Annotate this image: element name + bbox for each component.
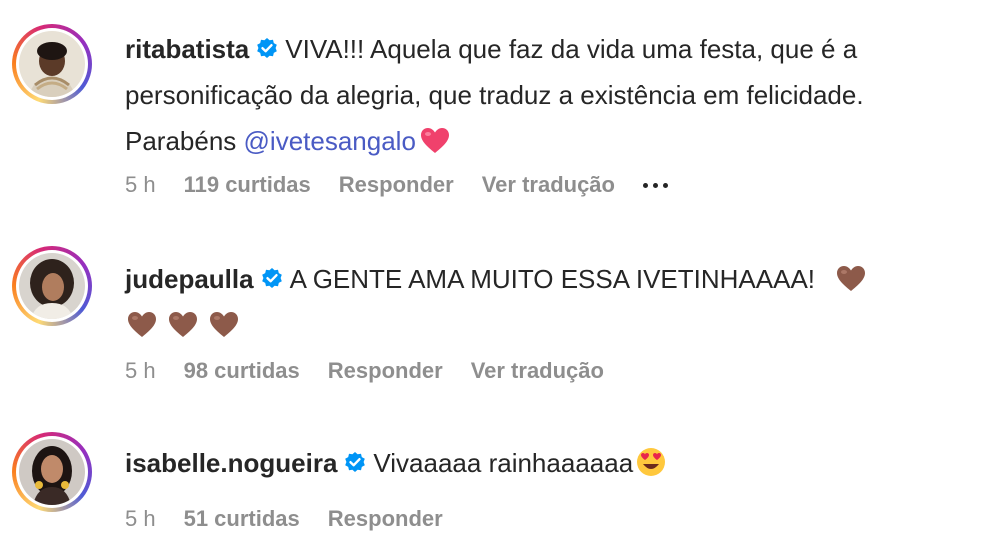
username[interactable]: ritabatista [125,34,249,64]
comment-text: judepaulla A GENTE AMA MUITO ESSA IVETINH… [125,256,975,348]
avatar[interactable] [12,246,92,326]
heart-emoji-icon [420,128,449,153]
timestamp: 5 h [125,358,156,383]
reply-button[interactable]: Responder [339,172,454,198]
comment-item: ritabatista VIVA!!! Aquela que faz da vid… [0,0,984,220]
translate-button[interactable]: Ver tradução [482,172,615,198]
verified-badge-icon [257,38,278,58]
brown-heart-icon [169,312,198,337]
likes-count[interactable]: 119 curtidas [184,172,311,198]
mention-link[interactable]: @ivetesangalo [244,126,416,156]
reply-button[interactable]: Responder [328,506,443,532]
comment-body: Vivaaaaa rainhaaaaaa [373,448,634,478]
verified-badge-icon [345,452,366,472]
comment-text: ritabatista VIVA!!! Aquela que faz da vid… [125,26,975,164]
timestamp: 5 h [125,172,156,197]
username[interactable]: isabelle.nogueira [125,448,337,478]
comment-item: isabelle.nogueira Vivaaaaa rainhaaaaaa 5 … [0,410,984,544]
comment-item: judepaulla A GENTE AMA MUITO ESSA IVETINH… [0,220,984,410]
comment-meta: 5 h 51 curtidas Responder [125,506,471,532]
brown-heart-icon [837,266,866,291]
comment-text: isabelle.nogueira Vivaaaaa rainhaaaaaa [125,440,975,486]
timestamp: 5 h [125,506,156,531]
likes-count[interactable]: 51 curtidas [184,506,300,532]
username[interactable]: judepaulla [125,264,254,294]
heart-eyes-face-icon [637,448,666,476]
comment-body: A GENTE AMA MUITO ESSA IVETINHAAAA! [289,264,816,294]
translate-button[interactable]: Ver tradução [471,358,604,384]
comment-meta: 5 h 119 curtidas Responder Ver tradução [125,172,696,198]
more-options-icon[interactable] [642,182,668,188]
avatar[interactable] [12,432,92,512]
likes-count[interactable]: 98 curtidas [184,358,300,384]
brown-heart-icon [210,312,239,337]
avatar[interactable] [12,24,92,104]
brown-heart-icon [128,312,156,337]
reply-button[interactable]: Responder [328,358,443,384]
comment-meta: 5 h 98 curtidas Responder Ver tradução [125,358,632,384]
verified-badge-icon [261,268,282,288]
